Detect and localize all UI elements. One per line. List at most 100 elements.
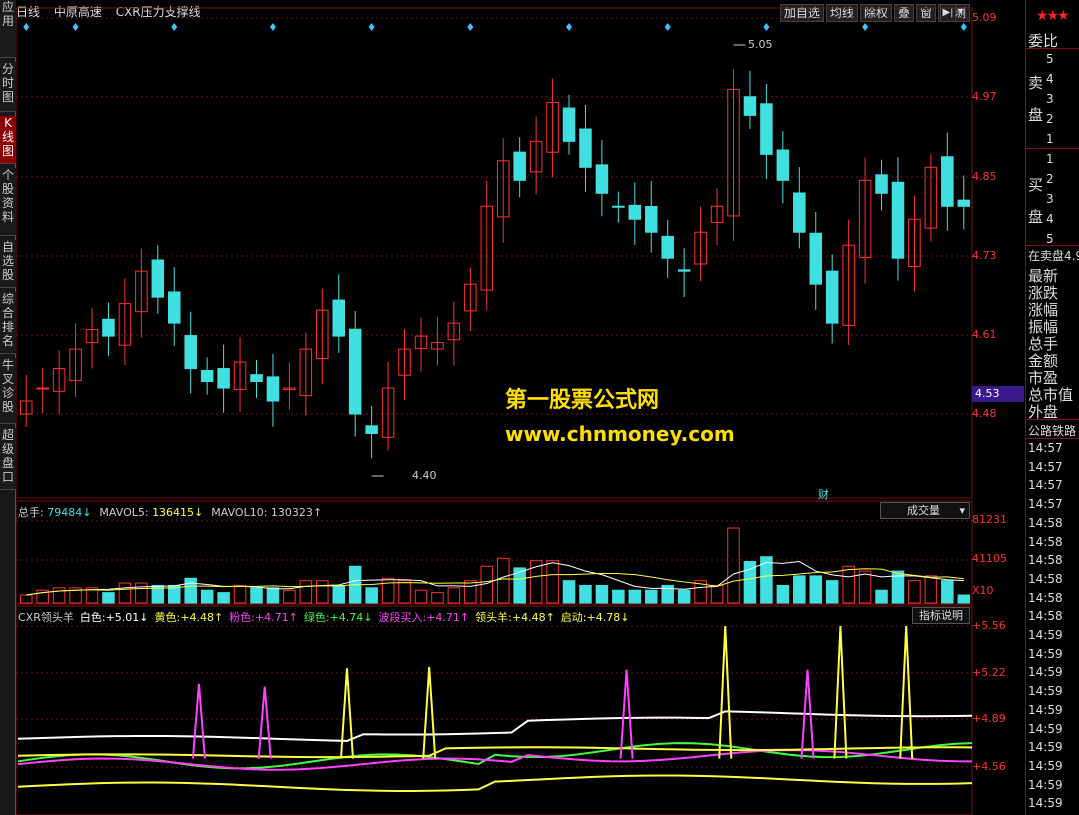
volume-bar <box>595 584 609 604</box>
signal-spike <box>257 686 272 759</box>
signal-spike <box>339 668 354 759</box>
sidebar-tab-2[interactable]: K线图 <box>0 116 16 164</box>
signal-diamond-icon <box>862 23 869 31</box>
volume-bar <box>645 589 658 604</box>
price-tick: 4.48 <box>972 407 997 420</box>
indicator-tick: +4.89 <box>972 712 1006 725</box>
low-label: 4.40 <box>412 469 437 482</box>
volume-bar <box>184 577 197 604</box>
buy-level: 5 <box>1046 232 1054 246</box>
buy-level: 4 <box>1046 212 1054 226</box>
panel-divider <box>1026 245 1079 246</box>
candle-body <box>941 156 954 207</box>
tick-time: 14:58 <box>1028 571 1063 586</box>
volume-bar <box>562 580 576 604</box>
signal-spike <box>619 669 634 759</box>
volume-bar <box>793 575 806 604</box>
sidebar-tab-6[interactable]: 牛叉诊股 <box>0 358 16 424</box>
tick-time: 14:59 <box>1028 628 1063 642</box>
sidebar-tab-0[interactable]: 应用 <box>0 0 16 58</box>
white-line <box>17 710 973 742</box>
volume-bar <box>316 580 329 604</box>
in-sell-label: 在卖盘4.9 <box>1028 249 1079 263</box>
volume-bar <box>217 592 230 604</box>
sell-label: 盘 <box>1028 106 1044 124</box>
sidebar-tab-7[interactable]: 超级盘口 <box>0 428 16 490</box>
volume-bar <box>414 589 428 604</box>
rating-stars-icon: ★★★ <box>1036 8 1070 24</box>
indicator-label: 白色: <box>79 611 106 624</box>
candle-body <box>513 151 526 181</box>
sell-level: 4 <box>1046 72 1054 86</box>
sidebar-tab-4[interactable]: 自选股 <box>0 240 16 288</box>
indicator-label: 波段买入: <box>378 611 427 624</box>
price-tick: 4.97 <box>972 90 997 103</box>
candle-body <box>677 269 691 272</box>
volume-bar <box>200 589 214 604</box>
volume-bar <box>464 580 477 604</box>
volume-bar <box>628 589 642 604</box>
volume-bar <box>546 560 559 604</box>
volume-tick: 41105 <box>972 552 1007 565</box>
finance-marker[interactable]: 财 <box>818 486 829 502</box>
mavol-line <box>26 560 964 596</box>
candle-body <box>825 270 839 324</box>
tick-time: 14:58 <box>1028 553 1063 568</box>
indicator-label: 粉色: <box>229 611 255 624</box>
left-sidebar: 应用分时图 K线图个股资料自选股综合排名牛叉诊股超级盘口 <box>0 0 16 815</box>
candle-body <box>760 103 773 155</box>
signal-spike <box>718 625 733 759</box>
volume-bar <box>431 592 444 604</box>
tick-time: 14:59 <box>1028 721 1063 736</box>
sidebar-tab-5[interactable]: 综合排名 <box>0 292 16 354</box>
indicator-value: +4.71↑ <box>426 611 470 624</box>
indicator-label: 领头羊: <box>475 611 512 624</box>
candle-body <box>200 369 214 383</box>
volume-bar <box>447 587 461 604</box>
indicator-help-button[interactable]: 指标说明 <box>912 607 970 624</box>
signal-diamond-icon <box>368 23 375 31</box>
indicator-header: CXR领头羊 白色:+5.01↓ 黄色:+4.48↑ 粉色:+4.71↑ 绿色:+4.7… <box>18 609 635 625</box>
tick-time: 14:57 <box>1028 441 1063 455</box>
sidebar-tab-1[interactable]: 分时图 <box>0 62 16 112</box>
current-price-tag: 4.53 <box>972 386 1024 402</box>
tick-time: 14:59 <box>1028 796 1063 811</box>
buy-level: 1 <box>1046 152 1054 166</box>
signal-spike <box>422 666 437 759</box>
indicator-select[interactable]: 成交量 ▾ <box>880 502 970 519</box>
candle-body <box>168 291 181 324</box>
candle-body <box>151 259 165 298</box>
tick-time: 14:59 <box>1028 684 1063 699</box>
candle-body <box>102 318 115 337</box>
volume-value: 136415↓ <box>152 506 204 519</box>
yellow-bottom-line <box>17 774 973 792</box>
volume-bar <box>710 584 724 604</box>
sell-label: 卖 <box>1028 74 1044 92</box>
signal-diamond-icon <box>566 23 573 31</box>
volume-bar <box>135 582 148 604</box>
candle-body <box>332 299 345 337</box>
buy-level: 3 <box>1046 192 1054 206</box>
candle-body <box>579 128 592 168</box>
volume-bar <box>266 587 280 604</box>
volume-value: 79484↓ <box>47 506 92 519</box>
watermark-title: 第一股票公式网 <box>505 388 660 413</box>
volume-bar <box>908 580 921 604</box>
volume-bar <box>398 580 411 604</box>
tick-time: 14:57 <box>1028 459 1063 474</box>
volume-bar <box>875 589 888 604</box>
sidebar-tab-3[interactable]: 个股资料 <box>0 168 16 236</box>
signal-diamond-icon <box>664 23 671 31</box>
volume-bar <box>677 589 691 604</box>
ticker-header: 公路铁路 <box>1028 424 1077 438</box>
volume-bar <box>365 587 378 604</box>
volume-bar <box>776 584 790 604</box>
indicator-value: +5.01↓ <box>105 611 149 624</box>
candle-body <box>184 335 197 370</box>
indicator-label: 黄色: <box>154 611 181 624</box>
panel-divider <box>1026 48 1079 49</box>
tick-time: 14:58 <box>1028 590 1063 605</box>
price-tick: 4.61 <box>972 328 997 341</box>
candle-body <box>776 149 790 181</box>
volume-bar <box>332 584 345 604</box>
